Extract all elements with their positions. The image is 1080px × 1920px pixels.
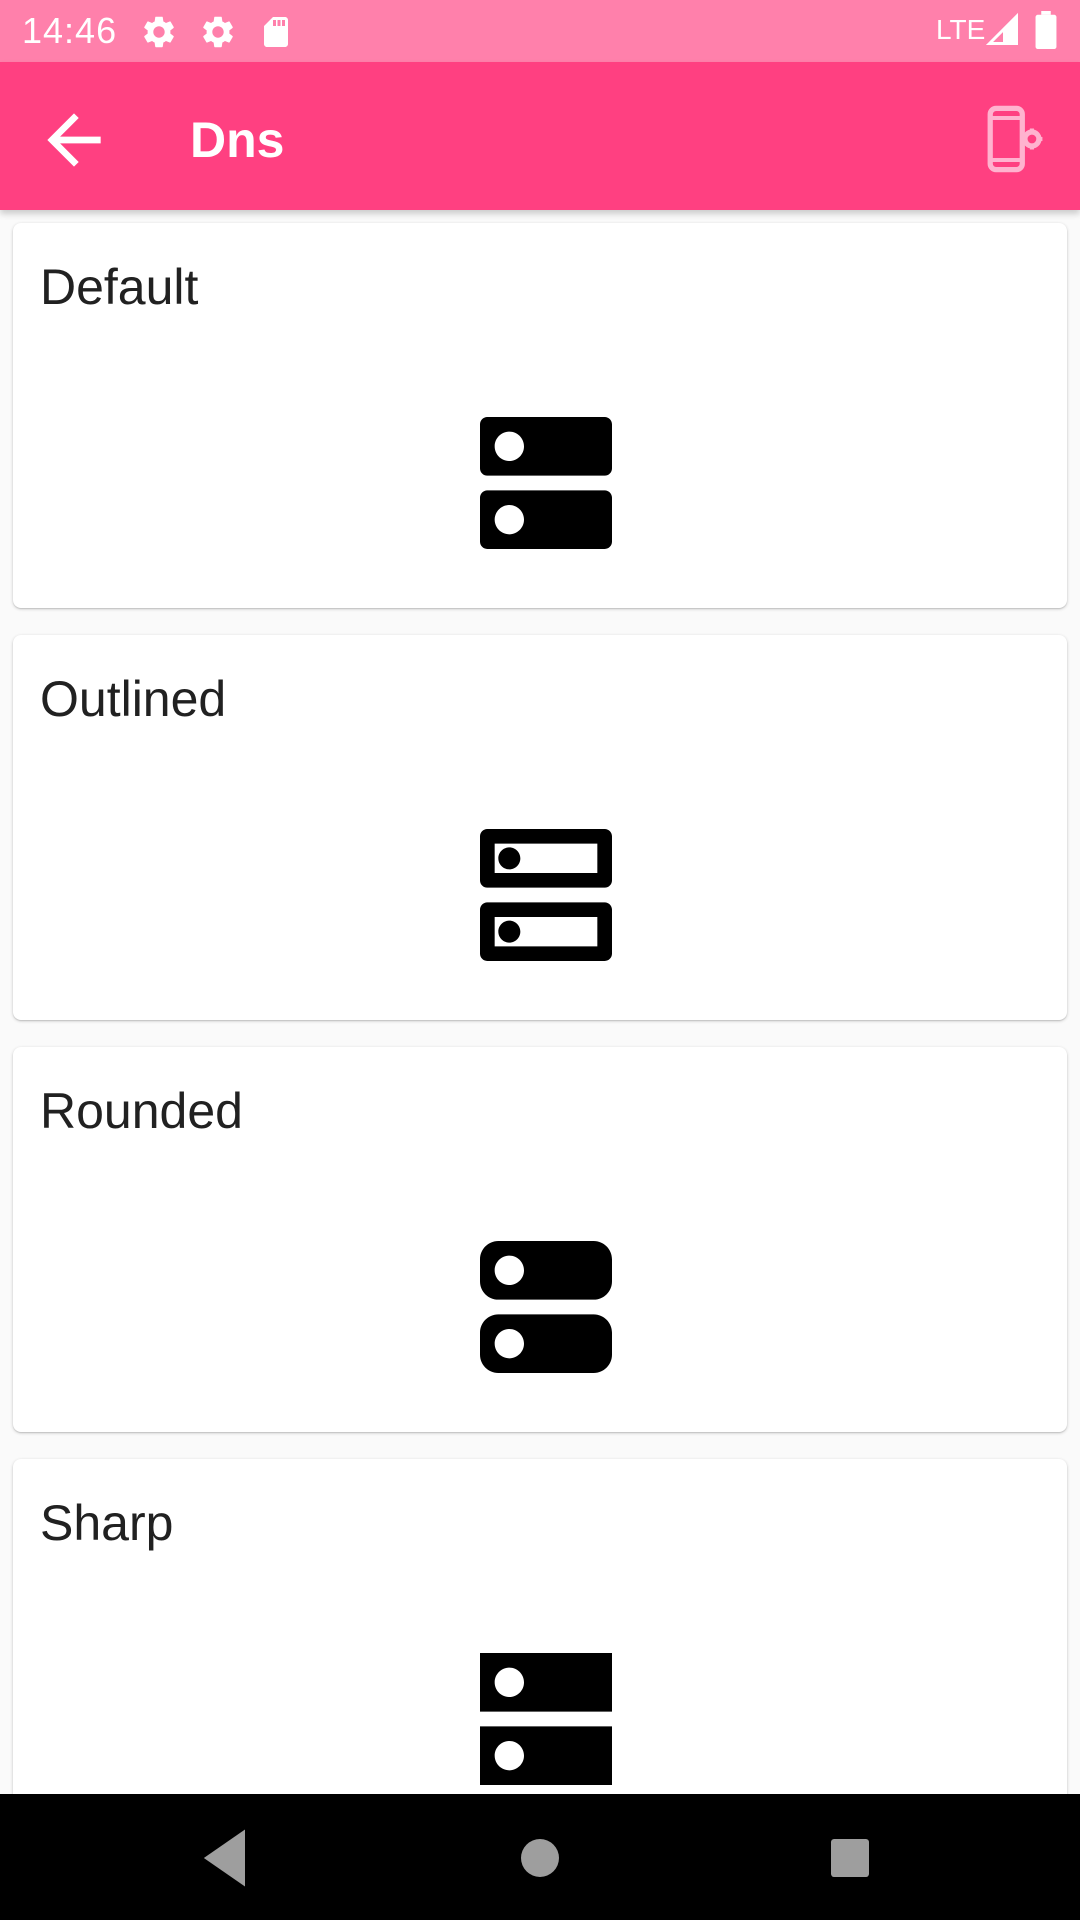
- dns-rounded-icon: [458, 1219, 634, 1395]
- gear-icon: [199, 13, 237, 56]
- dns-outlined-icon: [458, 807, 634, 983]
- phone-settings-icon: [987, 105, 1043, 173]
- app-bar: Dns: [0, 62, 1080, 210]
- gear-icon: [140, 13, 178, 56]
- back-button[interactable]: [34, 100, 114, 180]
- page-title: Dns: [190, 112, 285, 168]
- dns-sharp-icon: [458, 1631, 634, 1794]
- card-outlined[interactable]: Outlined: [13, 635, 1067, 1020]
- icon-variant-list[interactable]: Default Outlined Rounded Sharp: [0, 210, 1080, 1794]
- status-time: 14:46: [22, 10, 118, 51]
- device-settings-button[interactable]: [980, 104, 1050, 174]
- system-nav-bar: [0, 1794, 1080, 1920]
- card-label: Rounded: [40, 1083, 243, 1139]
- status-bar: 14:46 LTE: [0, 0, 1080, 62]
- network-type: LTE: [936, 14, 986, 45]
- card-rounded[interactable]: Rounded: [13, 1047, 1067, 1432]
- back-triangle-icon: [203, 1829, 245, 1887]
- nav-recents-button[interactable]: [812, 1820, 888, 1896]
- card-label: Default: [40, 259, 199, 315]
- card-sharp[interactable]: Sharp: [13, 1459, 1067, 1794]
- nav-back-button[interactable]: [188, 1820, 264, 1896]
- recents-square-icon: [831, 1839, 869, 1877]
- sd-card-icon: [258, 13, 294, 56]
- dns-filled-icon: [458, 395, 634, 571]
- battery-icon: [1034, 11, 1058, 54]
- signal-icon: [985, 12, 1021, 53]
- card-label: Outlined: [40, 671, 227, 727]
- home-circle-icon: [521, 1839, 559, 1877]
- card-label: Sharp: [40, 1495, 174, 1551]
- card-default[interactable]: Default: [13, 223, 1067, 608]
- nav-home-button[interactable]: [502, 1820, 578, 1896]
- arrow-back-icon: [47, 113, 101, 167]
